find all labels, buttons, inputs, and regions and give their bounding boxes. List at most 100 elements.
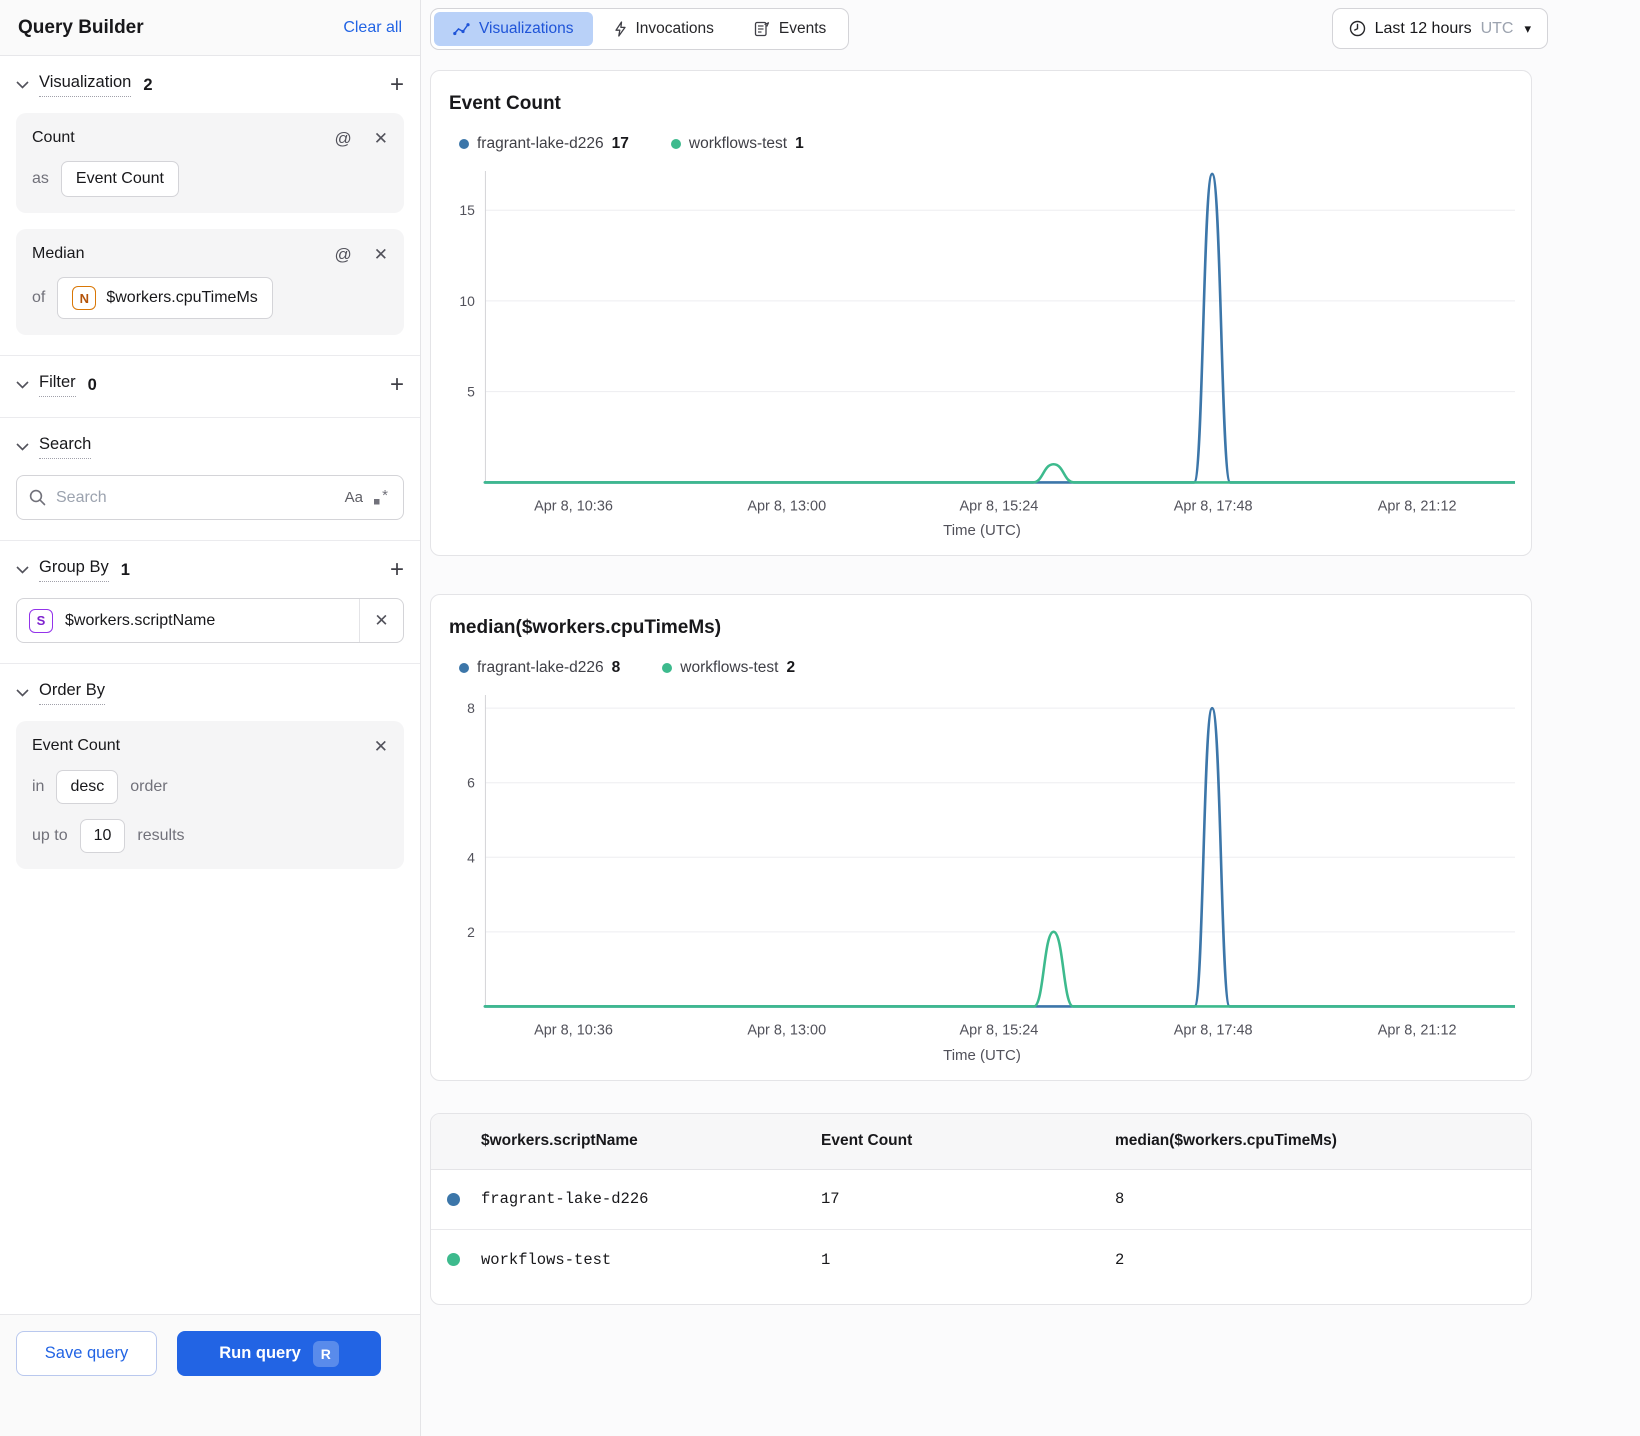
- tab-events[interactable]: Events: [735, 12, 845, 46]
- event-count-cell: 17: [821, 1190, 840, 1209]
- table-row[interactable]: fragrant-lake-d226 17 8: [431, 1170, 1531, 1230]
- svg-text:Apr 8, 15:24: Apr 8, 15:24: [960, 1023, 1039, 1039]
- x-axis-title: Time (UTC): [943, 1046, 1021, 1064]
- lightning-icon: [614, 21, 627, 37]
- number-type-icon: N: [72, 286, 97, 310]
- svg-text:Apr 8, 15:24: Apr 8, 15:24: [960, 498, 1039, 514]
- close-icon[interactable]: ✕: [374, 246, 388, 263]
- median-visualization-card: Median @ ✕ of N $workers.cpuTimeMs: [16, 229, 404, 335]
- visualization-count: 2: [143, 75, 153, 94]
- legend-series-value: 8: [611, 659, 621, 677]
- legend-series-value: 17: [611, 135, 629, 152]
- svg-text:Apr 8, 21:12: Apr 8, 21:12: [1378, 498, 1457, 514]
- add-group-by-button[interactable]: +: [390, 558, 404, 582]
- chevron-down-icon[interactable]: [16, 689, 29, 697]
- order-label: order: [130, 778, 168, 795]
- chart-title: median($workers.cpuTimeMs): [449, 617, 722, 639]
- time-range-selector[interactable]: Last 12 hours UTC ▾: [1331, 8, 1548, 49]
- search-section: Search Aa *: [0, 418, 420, 541]
- svg-text:Apr 8, 10:36: Apr 8, 10:36: [534, 1023, 613, 1039]
- alias-at-icon[interactable]: @: [334, 130, 351, 147]
- result-limit-field[interactable]: 10: [79, 819, 126, 853]
- page-title: Query Builder: [18, 16, 144, 38]
- median-field-value: $workers.cpuTimeMs: [106, 289, 258, 306]
- search-input[interactable]: [56, 488, 335, 507]
- alias-at-icon[interactable]: @: [334, 246, 351, 263]
- group-by-field-chip[interactable]: S $workers.scriptName ✕: [16, 598, 404, 643]
- filter-count: 0: [87, 375, 97, 394]
- count-visualization-card: Count @ ✕ as Event Count: [16, 113, 404, 213]
- median-cputime-chart-plot[interactable]: 2 4 6 8 Apr 8, 10:36 Apr 8, 13:00 Apr 8, 15:24…: [449, 693, 1515, 1042]
- sidebar-footer: Save query Run query R: [0, 1314, 420, 1436]
- event-log-icon: [754, 21, 770, 37]
- string-type-icon: S: [29, 608, 53, 633]
- chevron-down-icon[interactable]: [16, 381, 29, 389]
- script-name-cell: fragrant-lake-d226: [481, 1190, 649, 1209]
- table-row[interactable]: workflows-test 1 2: [431, 1230, 1531, 1290]
- order-by-section: Order By Event Count ✕ in desc order up …: [0, 664, 420, 889]
- group-by-field-value: $workers.scriptName: [65, 611, 216, 629]
- close-icon[interactable]: ✕: [374, 130, 388, 147]
- match-case-icon[interactable]: Aa: [345, 489, 363, 506]
- column-header: median($workers.cpuTimeMs): [1115, 1132, 1337, 1150]
- legend-item[interactable]: workflows-test 2: [662, 659, 795, 677]
- legend-series-name: fragrant-lake-d226: [477, 135, 604, 152]
- topbar: Visualizations Invocations Events Last 1…: [430, 8, 1548, 50]
- median-field-selector[interactable]: N $workers.cpuTimeMs: [57, 277, 273, 319]
- legend-item[interactable]: workflows-test 1: [670, 135, 804, 153]
- of-label: of: [32, 289, 46, 306]
- clock-icon: [1349, 20, 1366, 37]
- svg-text:2: 2: [467, 924, 475, 940]
- in-label: in: [32, 778, 45, 795]
- chevron-down-icon[interactable]: [16, 81, 29, 89]
- median-card-title: Median: [32, 245, 85, 262]
- order-by-card: Event Count ✕ in desc order up to 10 res…: [16, 721, 404, 869]
- chevron-down-icon[interactable]: [16, 566, 29, 574]
- run-shortcut-badge: R: [312, 1340, 339, 1367]
- filter-section-label: Filter: [39, 373, 76, 397]
- svg-text:Apr 8, 13:00: Apr 8, 13:00: [747, 1023, 826, 1039]
- run-query-button[interactable]: Run query R: [177, 1331, 381, 1376]
- line-chart-icon: [453, 22, 470, 36]
- order-by-field: Event Count: [32, 737, 121, 754]
- view-tabs: Visualizations Invocations Events: [430, 8, 850, 50]
- add-filter-button[interactable]: +: [390, 373, 404, 397]
- event-count-cell: 1: [821, 1250, 831, 1269]
- clear-all-button[interactable]: Clear all: [343, 19, 402, 37]
- script-name-cell: workflows-test: [481, 1250, 612, 1269]
- save-query-button[interactable]: Save query: [16, 1331, 157, 1376]
- add-visualization-button[interactable]: +: [390, 73, 404, 97]
- chart-legend: fragrant-lake-d226 8 workflows-test 2: [459, 659, 1515, 677]
- chevron-down-icon[interactable]: [16, 443, 29, 451]
- series-dot: [670, 139, 681, 149]
- legend-item[interactable]: fragrant-lake-d226 8: [459, 659, 620, 677]
- visualization-section-label: Visualization: [39, 73, 132, 97]
- tab-invocations-label: Invocations: [635, 20, 714, 37]
- group-by-count: 1: [120, 560, 130, 579]
- series-dot: [447, 1192, 460, 1206]
- column-header: $workers.scriptName: [481, 1132, 638, 1150]
- event-count-chart-plot[interactable]: 5 10 15 Apr 8, 10:36 Apr 8, 13:00 Apr 8, 15:2…: [449, 169, 1515, 518]
- close-icon[interactable]: ✕: [374, 738, 388, 755]
- legend-item[interactable]: fragrant-lake-d226 17: [459, 135, 629, 153]
- chart-legend: fragrant-lake-d226 17 workflows-test 1: [459, 135, 1515, 153]
- svg-text:Apr 8, 13:00: Apr 8, 13:00: [747, 498, 826, 514]
- tab-visualizations-label: Visualizations: [479, 20, 574, 37]
- tab-visualizations[interactable]: Visualizations: [434, 12, 593, 46]
- tab-invocations[interactable]: Invocations: [595, 12, 733, 46]
- table-header-row: $workers.scriptName Event Count median($…: [431, 1113, 1531, 1170]
- count-alias-field[interactable]: Event Count: [60, 161, 179, 197]
- run-query-label: Run query: [219, 1344, 301, 1362]
- remove-group-by-icon[interactable]: ✕: [374, 612, 388, 629]
- chart-title: Event Count: [449, 93, 561, 114]
- results-table: $workers.scriptName Event Count median($…: [430, 1112, 1532, 1305]
- main-content: Visualizations Invocations Events Last 1…: [421, 0, 1640, 1436]
- order-direction-selector[interactable]: desc: [56, 770, 119, 804]
- legend-series-value: 2: [786, 659, 796, 677]
- svg-text:*: *: [382, 489, 388, 504]
- svg-text:Apr 8, 10:36: Apr 8, 10:36: [534, 498, 613, 514]
- tab-events-label: Events: [778, 20, 827, 37]
- visualization-section: Visualization 2 + Count @ ✕ as Event Cou…: [0, 56, 420, 356]
- regex-icon[interactable]: *: [373, 489, 391, 506]
- svg-text:Apr 8, 17:48: Apr 8, 17:48: [1174, 1023, 1253, 1039]
